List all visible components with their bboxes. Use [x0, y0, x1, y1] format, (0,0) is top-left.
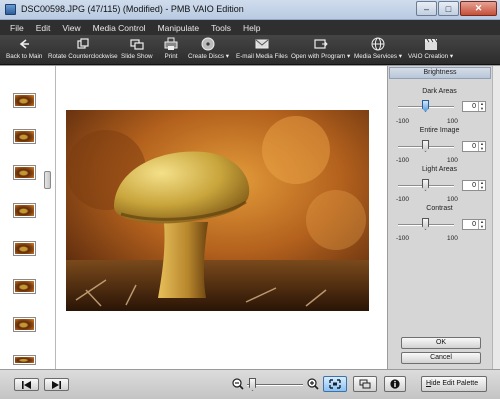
slider-knob[interactable] [422, 179, 429, 191]
entire-image-max: 100 [447, 157, 458, 164]
print-button[interactable]: Print [164, 37, 178, 64]
next-button[interactable] [44, 378, 69, 391]
light-areas-label: Light Areas [421, 166, 458, 173]
menu-bar: File Edit View Media Control Manipulate … [0, 20, 500, 35]
toolbar: Back to Main Rotate Counterclockwise Sli… [0, 35, 500, 65]
dark-areas-slider[interactable] [398, 99, 454, 113]
menu-view[interactable]: View [62, 23, 80, 33]
back-arrow-icon [17, 37, 31, 51]
media-services-button[interactable]: Media Services ▾ [354, 37, 402, 64]
entire-image-min: -100 [396, 157, 410, 164]
entire-image-value[interactable]: 0 ▲ ▼ [462, 141, 486, 152]
light-areas-max: 100 [447, 196, 458, 203]
slide-show-button[interactable]: Slide Show [121, 37, 153, 64]
thumbnail[interactable] [14, 130, 35, 143]
vaio-creation-button[interactable]: VAIO Creation ▾ [408, 37, 453, 64]
cancel-button[interactable]: Cancel [401, 352, 481, 364]
back-to-main-button[interactable]: Back to Main [6, 37, 42, 64]
menu-manipulate[interactable]: Manipulate [158, 23, 200, 33]
palette-header: Brightness [389, 67, 491, 79]
light-areas-slider[interactable] [398, 178, 454, 192]
dark-areas-max: 100 [447, 118, 458, 125]
info-icon [390, 379, 400, 389]
slider-knob[interactable] [422, 100, 429, 112]
menu-file[interactable]: File [10, 23, 24, 33]
globe-icon [371, 37, 385, 51]
printer-icon [164, 37, 178, 51]
thumbnail[interactable] [14, 280, 35, 293]
spin-arrows[interactable]: ▲ ▼ [478, 180, 485, 190]
open-program-icon [313, 37, 328, 51]
minimize-button[interactable]: – [416, 1, 437, 16]
light-areas-min: -100 [396, 196, 410, 203]
thumbnail[interactable] [14, 318, 35, 331]
strip-scrollbar-thumb[interactable] [44, 171, 51, 189]
thumbnail-strip [0, 66, 56, 369]
contrast-slider[interactable] [398, 217, 454, 231]
app-icon [5, 4, 16, 15]
slider-knob[interactable] [422, 140, 429, 152]
thumbnail[interactable] [14, 242, 35, 255]
zoom-in-icon[interactable] [307, 378, 319, 390]
dark-areas-min: -100 [396, 118, 410, 125]
menu-help[interactable]: Help [243, 23, 260, 33]
window-controls: – □ ✕ [415, 1, 497, 18]
thumbnail[interactable] [14, 204, 35, 217]
envelope-icon [255, 37, 269, 51]
edit-palette: Brightness Dark Areas 0 ▲ ▼ -100 100 Entir… [387, 66, 492, 369]
menu-edit[interactable]: Edit [36, 23, 51, 33]
windows-icon [359, 379, 371, 389]
entire-image-slider[interactable] [398, 139, 454, 153]
maximize-button[interactable]: □ [438, 1, 459, 16]
zoom-slider-knob[interactable] [249, 378, 256, 391]
next-icon [52, 380, 61, 389]
window-title: DSC00598.JPG (47/115) (Modified) - PMB V… [21, 4, 244, 14]
menu-media-control[interactable]: Media Control [93, 23, 146, 33]
clapperboard-icon [424, 37, 438, 51]
contrast-label: Contrast [426, 205, 453, 212]
dark-areas-label: Dark Areas [422, 88, 457, 95]
spin-arrows[interactable]: ▲ ▼ [478, 141, 485, 151]
zoom-slider[interactable] [247, 378, 303, 392]
rotate-ccw-icon [76, 37, 90, 51]
ok-button[interactable]: OK [401, 337, 481, 349]
full-screen-button[interactable] [353, 376, 377, 392]
contrast-min: -100 [396, 235, 410, 242]
photo [66, 110, 369, 311]
open-with-program-button[interactable]: Open with Program ▾ [291, 37, 350, 64]
previous-icon [22, 380, 31, 389]
rotate-ccw-button[interactable]: Rotate Counterclockwise [48, 37, 118, 64]
dark-areas-value[interactable]: 0 ▲ ▼ [462, 101, 486, 112]
close-button[interactable]: ✕ [460, 1, 497, 16]
hide-edit-palette-button[interactable]: Hide Edit Palette [421, 376, 487, 392]
slideshow-icon [130, 37, 144, 51]
spin-arrows[interactable]: ▲ ▼ [478, 219, 485, 229]
palette-scrollbar[interactable] [492, 66, 500, 369]
thumbnail[interactable] [14, 166, 35, 179]
fit-to-window-button[interactable] [323, 376, 347, 392]
contrast-max: 100 [447, 235, 458, 242]
info-button[interactable] [384, 376, 406, 392]
title-bar: DSC00598.JPG (47/115) (Modified) - PMB V… [0, 0, 500, 20]
slider-knob[interactable] [422, 218, 429, 230]
thumbnail[interactable] [14, 356, 35, 364]
thumbnail[interactable] [14, 94, 35, 107]
light-areas-value[interactable]: 0 ▲ ▼ [462, 180, 486, 191]
create-discs-button[interactable]: Create Discs ▾ [188, 37, 229, 64]
previous-button[interactable] [14, 378, 39, 391]
email-media-button[interactable]: E-mail Media Files [236, 37, 288, 64]
bottom-bar: Hide Edit Palette [0, 369, 500, 399]
zoom-out-icon[interactable] [232, 378, 244, 390]
disc-icon [201, 37, 215, 51]
spin-arrows[interactable]: ▲ ▼ [478, 101, 485, 111]
menu-tools[interactable]: Tools [211, 23, 231, 33]
entire-image-label: Entire Image [419, 127, 460, 134]
fit-icon [329, 379, 341, 389]
contrast-value[interactable]: 0 ▲ ▼ [462, 219, 486, 230]
